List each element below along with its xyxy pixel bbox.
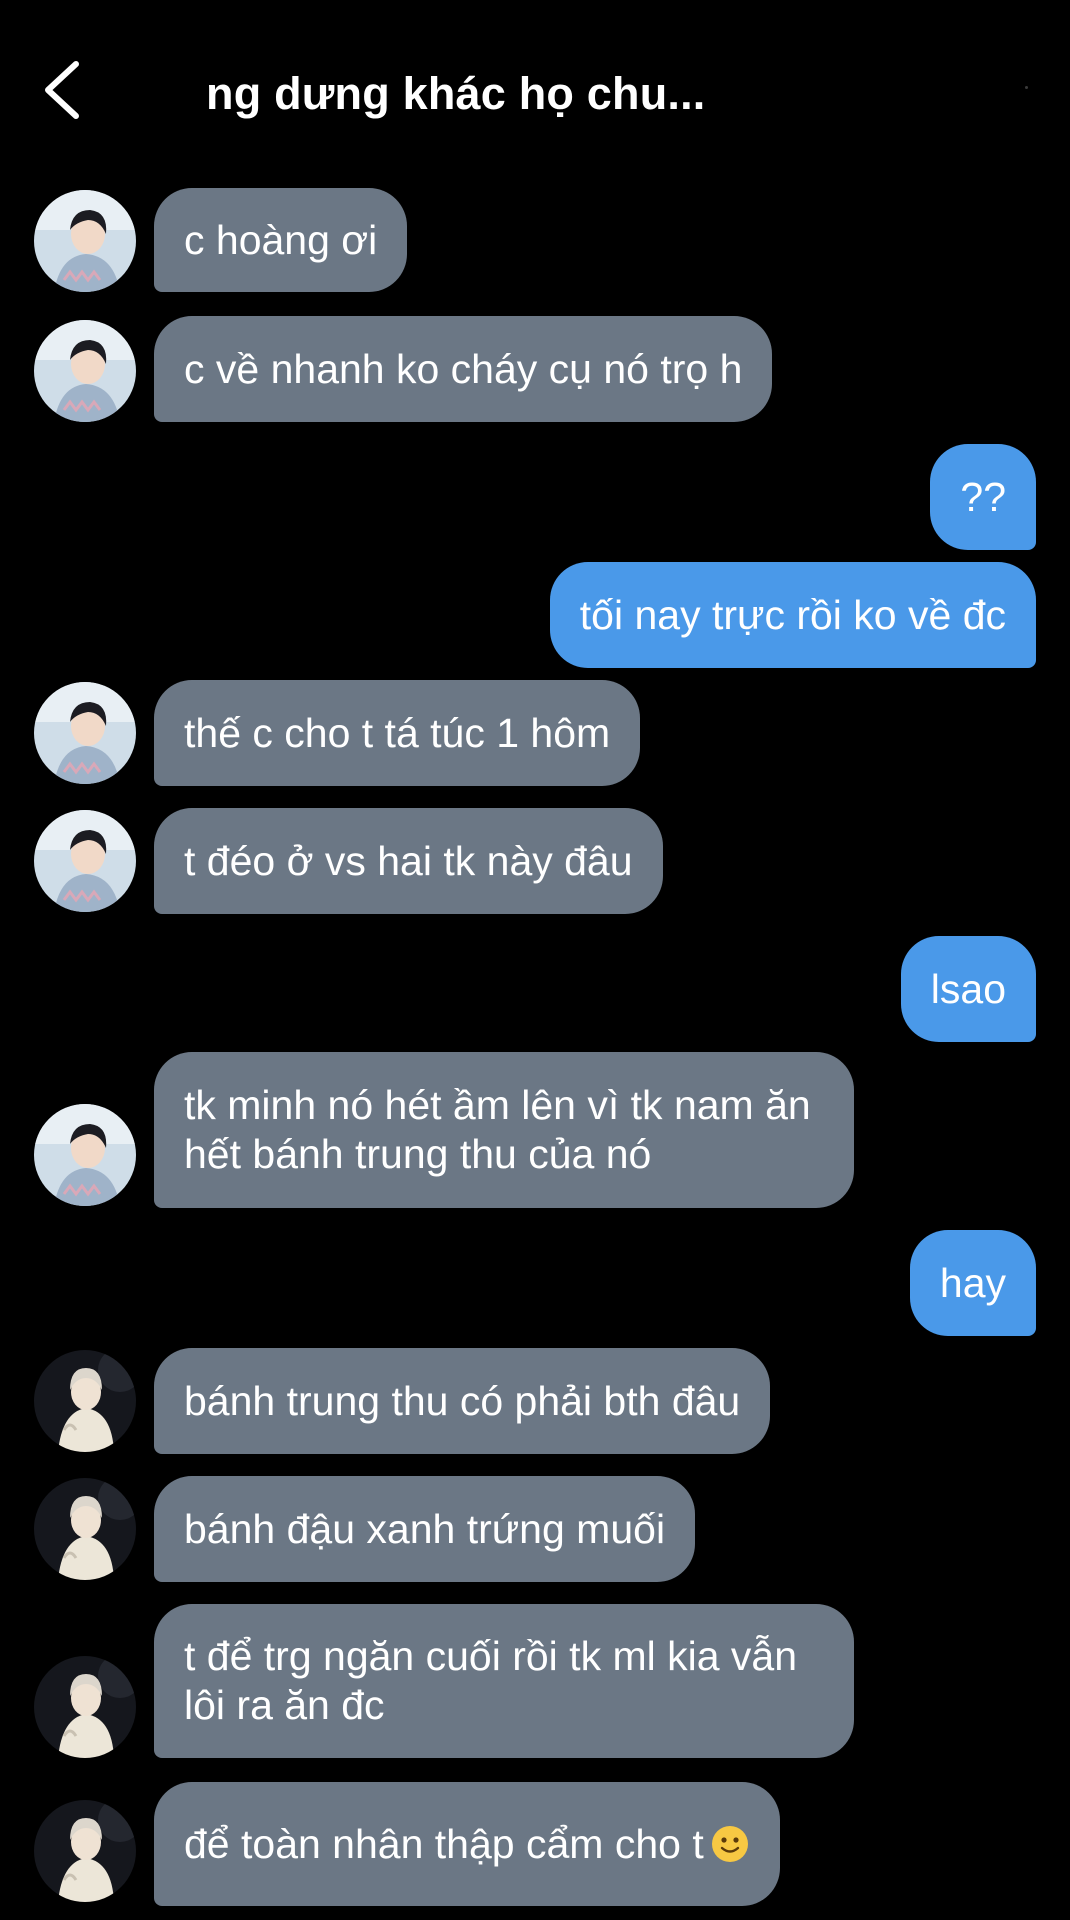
back-button[interactable] [40, 58, 100, 128]
avatar-image [34, 1350, 136, 1452]
avatar-contact-b[interactable] [34, 1478, 136, 1580]
message-bubble[interactable]: c về nhanh ko cháy cụ nó trọ h [154, 316, 773, 422]
chat-header: ng dưng khác họ chu... [0, 0, 1070, 180]
avatar-image [34, 320, 136, 422]
message-bubble-outgoing[interactable]: ?? [930, 444, 1036, 550]
avatar-image [34, 1656, 136, 1758]
avatar-image [34, 682, 136, 784]
conversation-title[interactable]: ng dưng khác họ chu... [206, 68, 706, 120]
message-bubble-outgoing[interactable]: hay [909, 1230, 1036, 1336]
avatar-contact-a[interactable] [34, 1104, 136, 1206]
avatar-image [34, 1800, 136, 1902]
avatar-image [34, 1478, 136, 1580]
message-bubble[interactable]: bánh trung thu có phải bth đâu [154, 1348, 771, 1454]
message-bubble[interactable]: t đéo ở vs hai tk này đâu [154, 808, 663, 914]
status-dot [1025, 86, 1028, 89]
avatar-contact-a[interactable] [34, 190, 136, 292]
avatar-image [34, 190, 136, 292]
avatar-contact-b[interactable] [34, 1800, 136, 1902]
message-bubble-outgoing[interactable]: tối nay trực rồi ko về đc [549, 562, 1036, 668]
message-bubble-outgoing[interactable]: lsao [900, 936, 1036, 1042]
message-bubble[interactable]: để toàn nhân thập cẩm cho t [154, 1782, 780, 1906]
avatar-image [34, 810, 136, 912]
avatar-contact-a[interactable] [34, 682, 136, 784]
message-text: để toàn nhân thập cẩm cho t [184, 1820, 704, 1867]
avatar-contact-a[interactable] [34, 320, 136, 422]
avatar-contact-b[interactable] [34, 1350, 136, 1452]
message-bubble[interactable]: tk minh nó hét ầm lên vì tk nam ăn hết b… [154, 1052, 854, 1208]
message-bubble[interactable]: thế c cho t tá túc 1 hôm [154, 680, 641, 786]
chevron-left-icon [45, 61, 79, 119]
avatar-contact-a[interactable] [34, 810, 136, 912]
avatar-image [34, 1104, 136, 1206]
message-bubble[interactable]: bánh đậu xanh trứng muối [154, 1476, 696, 1582]
message-bubble[interactable]: c hoàng ơi [154, 188, 408, 292]
avatar-contact-b[interactable] [34, 1656, 136, 1758]
slightly-smiling-face-icon [711, 1826, 748, 1862]
message-bubble[interactable]: t để trg ngăn cuối rồi tk ml kia vẫn lôi… [154, 1604, 854, 1758]
